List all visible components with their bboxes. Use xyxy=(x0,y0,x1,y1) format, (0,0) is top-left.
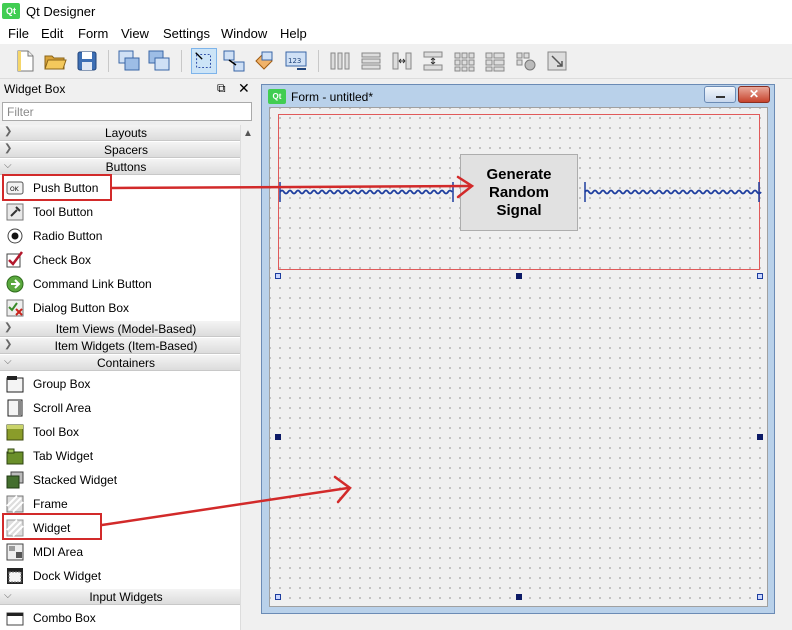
toolbar: 123 xyxy=(0,44,792,79)
menu-window[interactable]: Window xyxy=(221,26,267,41)
open-folder-icon[interactable] xyxy=(42,48,68,74)
widget-box-title: Widget Box xyxy=(4,82,66,96)
edit-buddies-icon[interactable] xyxy=(251,48,277,74)
splitter-horizontal-icon[interactable] xyxy=(389,48,415,74)
menu-view[interactable]: View xyxy=(121,26,149,41)
widget-combo-box[interactable]: Combo Box xyxy=(0,606,240,630)
check-box-icon xyxy=(6,251,23,268)
widget-mdi-area[interactable]: MDI Area xyxy=(0,540,240,564)
horizontal-spacer-left[interactable] xyxy=(279,180,461,204)
category-buttons[interactable]: ⌵ Buttons xyxy=(0,159,240,175)
category-containers[interactable]: ⌵ Containers xyxy=(0,355,240,371)
horizontal-spacer-right[interactable] xyxy=(584,180,762,204)
generate-random-signal-button[interactable]: Generate Random Signal xyxy=(460,154,578,231)
form-title: Form - untitled* xyxy=(291,90,374,104)
edit-tab-order-icon[interactable]: 123 xyxy=(283,48,309,74)
minimize-button[interactable] xyxy=(704,86,736,103)
qt-logo-icon: Qt xyxy=(2,3,20,19)
menu-settings[interactable]: Settings xyxy=(163,26,210,41)
close-dock-icon[interactable]: ✕ xyxy=(238,80,250,97)
resize-handle[interactable] xyxy=(757,273,763,279)
widget-tab-widget[interactable]: Tab Widget xyxy=(0,444,240,468)
frame-icon xyxy=(6,495,24,513)
close-button[interactable]: ✕ xyxy=(738,86,770,103)
tool-button-icon xyxy=(6,203,24,221)
close-icon: ✕ xyxy=(748,87,760,101)
resize-handle[interactable] xyxy=(516,273,522,279)
scroll-area-icon xyxy=(7,399,23,417)
splitter-vertical-icon[interactable] xyxy=(420,48,446,74)
window-cascade-icon[interactable] xyxy=(116,48,142,74)
resize-handle[interactable] xyxy=(757,594,763,600)
category-item-views[interactable]: ❯ Item Views (Model-Based) xyxy=(0,321,240,337)
lay-out-vertically-icon[interactable] xyxy=(358,48,384,74)
category-input-widgets[interactable]: ⌵ Input Widgets xyxy=(0,589,240,605)
widget-tool-button[interactable]: Tool Button xyxy=(0,200,240,224)
toolbar-separator xyxy=(181,50,182,72)
edit-signals-slots-icon[interactable] xyxy=(221,48,247,74)
widget-dock-widget[interactable]: Dock Widget xyxy=(0,564,240,588)
widget-highlight xyxy=(2,513,102,540)
menu-edit[interactable]: Edit xyxy=(41,26,63,41)
menu-file[interactable]: File xyxy=(8,26,29,41)
widget-check-box[interactable]: Check Box xyxy=(0,248,240,272)
resize-handle[interactable] xyxy=(516,594,522,600)
widget-list-scrollbar[interactable] xyxy=(240,125,258,630)
dock-widget-icon xyxy=(7,568,23,584)
widget-tool-box[interactable]: Tool Box xyxy=(0,420,240,444)
new-file-icon[interactable] xyxy=(12,48,38,74)
stacked-widget-icon xyxy=(6,471,24,489)
widget-radio-button[interactable]: Radio Button xyxy=(0,224,240,248)
widget-box-header: Widget Box ⧉ ✕ xyxy=(0,80,258,99)
lay-out-horizontally-icon[interactable] xyxy=(327,48,353,74)
combo-box-icon xyxy=(6,612,24,626)
widget-filter-input[interactable] xyxy=(2,102,252,121)
dialog-button-box-icon xyxy=(6,299,24,317)
save-icon[interactable] xyxy=(74,48,100,74)
widget-scroll-area[interactable]: Scroll Area xyxy=(0,396,240,420)
category-spacers[interactable]: ❯ Spacers xyxy=(0,142,240,158)
break-layout-icon[interactable] xyxy=(513,48,539,74)
float-dock-icon[interactable]: ⧉ xyxy=(217,81,226,96)
widget-stacked-widget[interactable]: Stacked Widget xyxy=(0,468,240,492)
resize-handle[interactable] xyxy=(757,434,763,440)
widget-dialog-button-box[interactable]: Dialog Button Box xyxy=(0,296,240,320)
window-title: Qt Designer xyxy=(26,4,96,19)
push-button-highlight xyxy=(2,174,112,201)
radio-button-icon xyxy=(7,228,23,244)
svg-text:123: 123 xyxy=(288,57,301,65)
mdi-area-icon xyxy=(6,543,24,561)
category-layouts[interactable]: ❯ Layouts xyxy=(0,125,240,141)
toolbar-separator xyxy=(318,50,319,72)
window-tile-icon[interactable] xyxy=(146,48,172,74)
lay-out-in-form-icon[interactable] xyxy=(482,48,508,74)
menu-help[interactable]: Help xyxy=(280,26,307,41)
lay-out-in-grid-icon[interactable] xyxy=(451,48,477,74)
resize-handle[interactable] xyxy=(275,273,281,279)
resize-handle[interactable] xyxy=(275,434,281,440)
resize-handle[interactable] xyxy=(275,594,281,600)
title-bar: Qt Qt Designer xyxy=(0,0,792,24)
group-box-icon xyxy=(6,376,24,393)
menu-bar: File Edit Form View Settings Window Help xyxy=(0,24,792,44)
widget-command-link-button[interactable]: Command Link Button xyxy=(0,272,240,296)
category-item-widgets[interactable]: ❯ Item Widgets (Item-Based) xyxy=(0,338,240,354)
adjust-size-icon[interactable] xyxy=(544,48,570,74)
menu-form[interactable]: Form xyxy=(78,26,108,41)
tool-box-icon xyxy=(6,424,24,441)
scroll-up-icon[interactable]: ▲ xyxy=(243,128,253,139)
tab-widget-icon xyxy=(6,448,24,465)
minimize-icon xyxy=(716,96,725,98)
widget-group-box[interactable]: Group Box xyxy=(0,372,240,396)
command-link-icon xyxy=(6,275,24,293)
qt-form-icon: Qt xyxy=(268,89,286,104)
edit-widgets-icon[interactable] xyxy=(191,48,217,74)
toolbar-separator xyxy=(108,50,109,72)
